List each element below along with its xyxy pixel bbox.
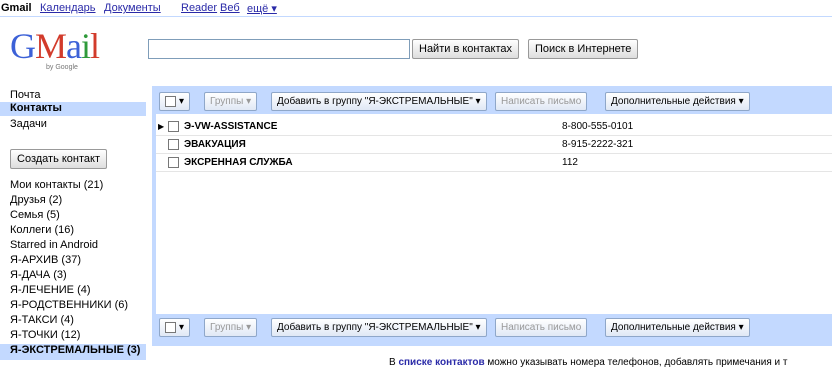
group-archive[interactable]: Я-АРХИВ (37) [10, 254, 81, 266]
by-google-label: by Google [46, 64, 78, 71]
gmail-logo-text: GMail [10, 26, 100, 66]
topbar-docs-link[interactable]: Документы [104, 2, 161, 14]
contact-phone: 8-800-555-0101 [562, 121, 634, 132]
current-row-arrow-icon: ▶ [158, 122, 165, 131]
top-navigation-bar: Gmail Календарь Документы Reader Веб ещё… [0, 0, 832, 17]
contact-checkbox[interactable] [168, 139, 179, 150]
gmail-logo[interactable]: GMail by Google [10, 28, 100, 74]
group-points[interactable]: Я-ТОЧКИ (12) [10, 329, 80, 341]
add-to-group-button[interactable]: Добавить в группу "Я-ЭКСТРЕМАЛЬНЫЕ" ▾ [271, 92, 487, 111]
write-email-button-bottom[interactable]: Написать письмо [495, 318, 588, 337]
contact-row[interactable]: ЭКСРЕННАЯ СЛУЖБА 112 [156, 154, 832, 172]
topbar-gmail-link[interactable]: Gmail [1, 2, 32, 14]
select-dropdown-button-bottom[interactable]: ▾ [159, 318, 191, 337]
contacts-panel: ▾ Группы ▾ Добавить в группу "Я-ЭКСТРЕМА… [152, 86, 832, 346]
contact-row[interactable]: ЭВАКУАЦИЯ 8-915-2222-321 [156, 136, 832, 154]
group-dacha[interactable]: Я-ДАЧА (3) [10, 269, 67, 281]
more-actions-button[interactable]: Дополнительные действия ▾ [605, 92, 750, 111]
find-in-contacts-button[interactable]: Найти в контактах [412, 39, 519, 59]
search-input[interactable] [148, 39, 410, 59]
group-extreme[interactable]: Я-ЭКСТРЕМАЛЬНЫЕ (3) [0, 344, 146, 360]
nav-mail[interactable]: Почта [10, 89, 41, 101]
group-my-contacts[interactable]: Мои контакты (21) [10, 179, 103, 191]
group-friends[interactable]: Друзья (2) [10, 194, 62, 206]
create-contact-button[interactable]: Создать контакт [10, 149, 107, 169]
group-taxi[interactable]: Я-ТАКСИ (4) [10, 314, 74, 326]
contact-name[interactable]: Э-VW-ASSISTANCE [184, 118, 277, 135]
contact-row[interactable]: ▶ Э-VW-ASSISTANCE 8-800-555-0101 [156, 118, 832, 136]
groups-dropdown-button[interactable]: Группы ▾ [204, 92, 258, 111]
nav-contacts[interactable]: Контакты [0, 102, 146, 116]
group-colleagues[interactable]: Коллеги (16) [10, 224, 74, 236]
select-dropdown-button[interactable]: ▾ [159, 92, 191, 111]
contact-checkbox[interactable] [168, 121, 179, 132]
contacts-list: ▶ Э-VW-ASSISTANCE 8-800-555-0101 ЭВАКУАЦ… [156, 114, 832, 314]
contact-name[interactable]: ЭКСРЕННАЯ СЛУЖБА [184, 154, 293, 171]
footer-hint: В списке контактов можно указывать номер… [389, 357, 788, 368]
contact-phone: 112 [562, 157, 578, 168]
select-all-checkbox-icon [165, 95, 176, 107]
contact-checkbox[interactable] [168, 157, 179, 168]
add-to-group-button-bottom[interactable]: Добавить в группу "Я-ЭКСТРЕМАЛЬНЫЕ" ▾ [271, 318, 487, 337]
group-family[interactable]: Семья (5) [10, 209, 60, 221]
group-relatives[interactable]: Я-РОДСТВЕННИКИ (6) [10, 299, 128, 311]
contacts-list-link[interactable]: списке контактов [398, 357, 484, 368]
more-actions-button-bottom[interactable]: Дополнительные действия ▾ [605, 318, 750, 337]
groups-dropdown-button-bottom[interactable]: Группы ▾ [204, 318, 258, 337]
group-treatment[interactable]: Я-ЛЕЧЕНИЕ (4) [10, 284, 91, 296]
group-starred-android[interactable]: Starred in Android [10, 239, 98, 251]
write-email-button[interactable]: Написать письмо [495, 92, 588, 111]
topbar-calendar-link[interactable]: Календарь [40, 2, 96, 14]
web-search-button[interactable]: Поиск в Интернете [528, 39, 639, 59]
contact-phone: 8-915-2222-321 [562, 139, 634, 150]
contact-name[interactable]: ЭВАКУАЦИЯ [184, 136, 246, 153]
topbar-web-link[interactable]: Веб [220, 2, 240, 14]
select-all-checkbox-icon [165, 321, 176, 333]
topbar-more-link[interactable]: ещё ▾ [247, 2, 277, 15]
topbar-reader-link[interactable]: Reader [181, 2, 217, 14]
nav-tasks[interactable]: Задачи [10, 118, 47, 130]
